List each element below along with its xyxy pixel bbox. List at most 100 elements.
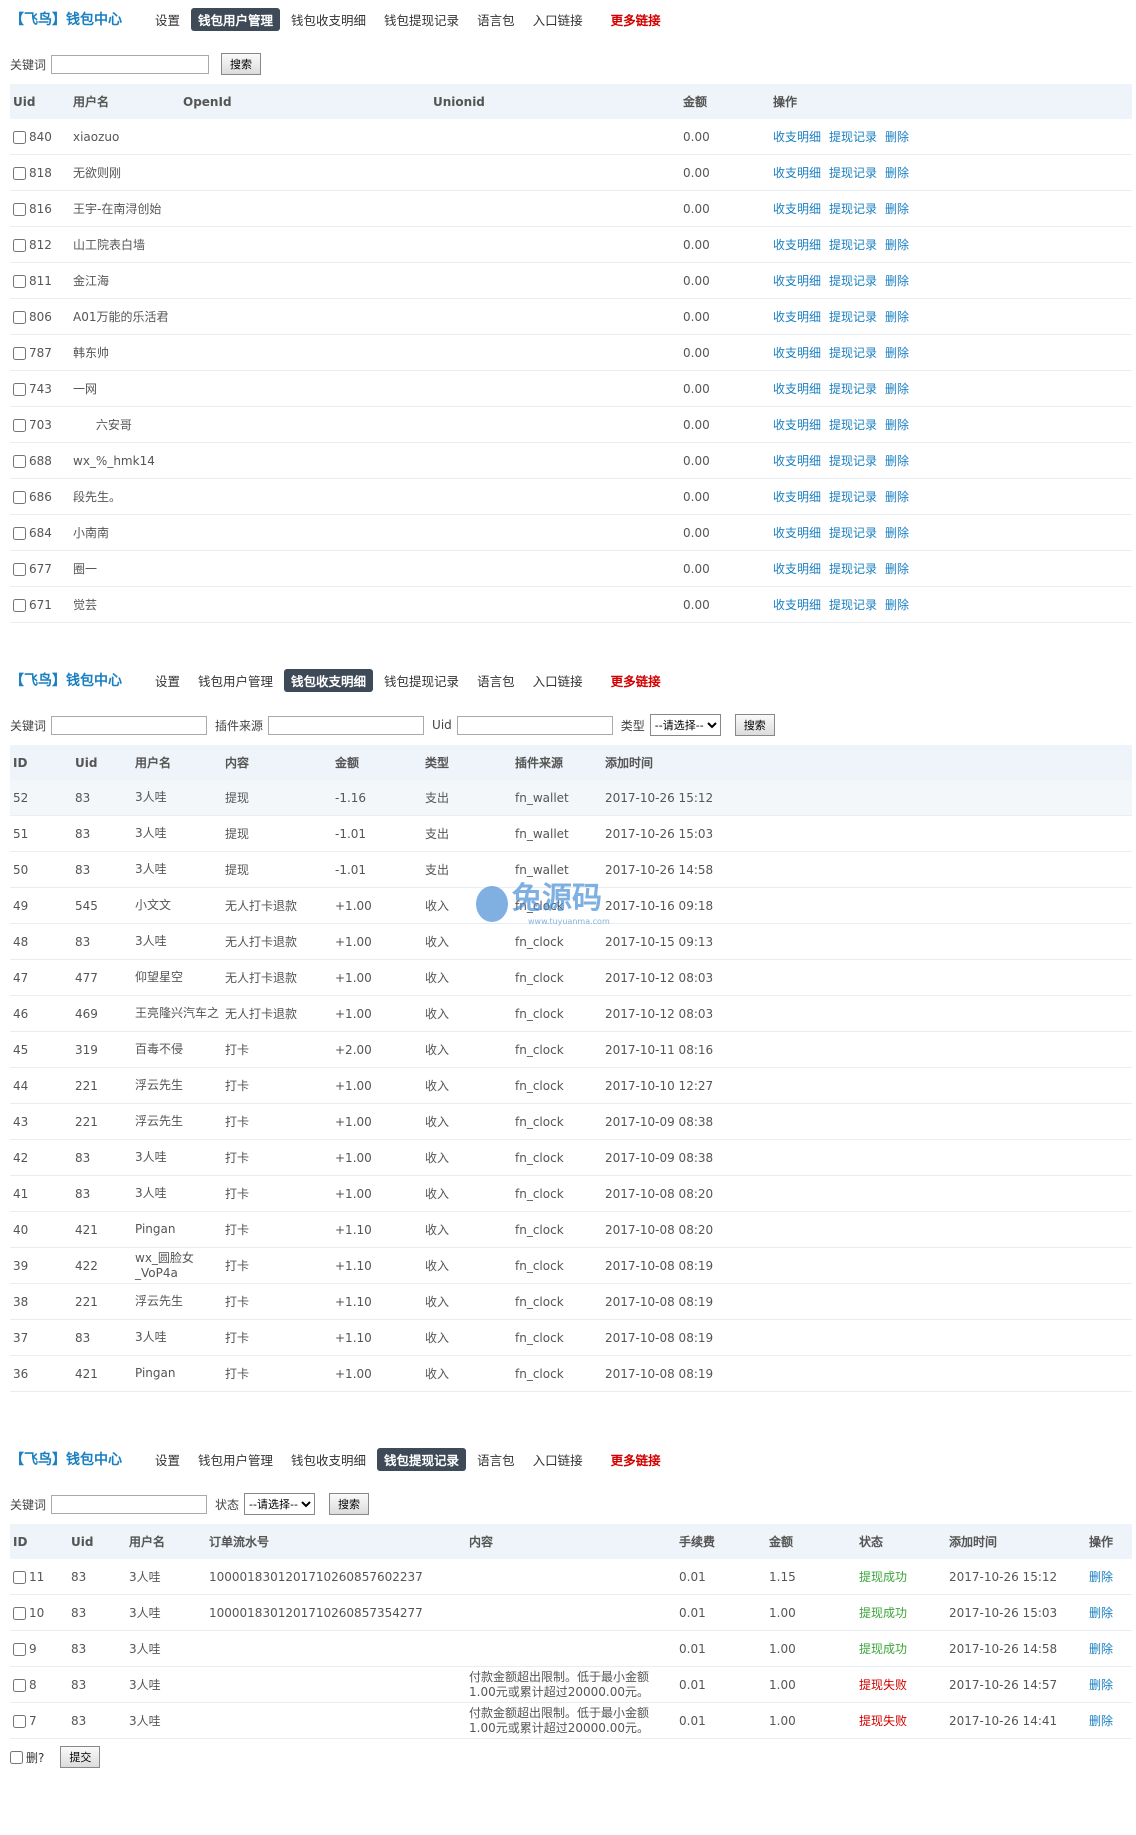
nav-item[interactable]: 入口链接 xyxy=(526,8,590,31)
transactions-link[interactable]: 收支明细 xyxy=(773,166,821,180)
nav-item[interactable]: 钱包用户管理 xyxy=(191,669,280,692)
transactions-link[interactable]: 收支明细 xyxy=(773,526,821,540)
nav-item[interactable]: 钱包提现记录 xyxy=(377,8,466,31)
select-all-checkbox[interactable] xyxy=(10,1750,23,1764)
nav-item[interactable]: 钱包用户管理 xyxy=(191,1448,280,1471)
nav-item[interactable]: 钱包收支明细 xyxy=(284,1448,373,1471)
transactions-link[interactable]: 收支明细 xyxy=(773,490,821,504)
delete-link[interactable]: 删除 xyxy=(885,166,909,180)
withdrawals-link[interactable]: 提现记录 xyxy=(829,418,877,432)
delete-link[interactable]: 删除 xyxy=(885,130,909,144)
delete-link[interactable]: 删除 xyxy=(885,382,909,396)
brand-title[interactable]: 【飞鸟】钱包中心 xyxy=(10,670,122,690)
brand-title[interactable]: 【飞鸟】钱包中心 xyxy=(10,9,122,29)
row-checkbox[interactable] xyxy=(13,1714,26,1728)
source-input[interactable] xyxy=(268,715,425,735)
delete-link[interactable]: 删除 xyxy=(885,310,909,324)
row-checkbox[interactable] xyxy=(13,202,26,216)
row-checkbox[interactable] xyxy=(13,1678,26,1692)
delete-link[interactable]: 删除 xyxy=(885,418,909,432)
delete-link[interactable]: 删除 xyxy=(885,526,909,540)
withdrawals-link[interactable]: 提现记录 xyxy=(829,526,877,540)
nav-item[interactable]: 语言包 xyxy=(470,1448,522,1471)
nav-item[interactable]: 钱包收支明细 xyxy=(284,8,373,31)
transactions-link[interactable]: 收支明细 xyxy=(773,274,821,288)
nav-more-links[interactable]: 更多链接 xyxy=(604,1448,668,1471)
transactions-link[interactable]: 收支明细 xyxy=(773,382,821,396)
nav-item[interactable]: 钱包收支明细 xyxy=(284,668,374,692)
withdrawals-link[interactable]: 提现记录 xyxy=(829,130,877,144)
row-checkbox[interactable] xyxy=(13,526,26,540)
transactions-link[interactable]: 收支明细 xyxy=(773,130,821,144)
delete-link[interactable]: 删除 xyxy=(1089,1714,1113,1728)
withdrawals-link[interactable]: 提现记录 xyxy=(829,382,877,396)
row-checkbox[interactable] xyxy=(13,130,26,144)
withdrawals-link[interactable]: 提现记录 xyxy=(829,238,877,252)
status-select[interactable]: --请选择-- xyxy=(244,1493,316,1515)
nav-item[interactable]: 钱包提现记录 xyxy=(377,669,466,692)
row-checkbox[interactable] xyxy=(13,598,26,612)
row-checkbox[interactable] xyxy=(13,274,26,288)
brand-title[interactable]: 【飞鸟】钱包中心 xyxy=(10,1449,122,1469)
delete-link[interactable]: 删除 xyxy=(885,454,909,468)
row-checkbox[interactable] xyxy=(13,238,26,252)
row-checkbox[interactable] xyxy=(13,382,26,396)
withdrawals-link[interactable]: 提现记录 xyxy=(829,346,877,360)
delete-link[interactable]: 删除 xyxy=(1089,1606,1113,1620)
type-select[interactable]: --请选择-- xyxy=(649,714,721,736)
transactions-link[interactable]: 收支明细 xyxy=(773,418,821,432)
keyword-input[interactable] xyxy=(51,1494,208,1514)
keyword-input[interactable] xyxy=(51,54,210,74)
withdrawals-link[interactable]: 提现记录 xyxy=(829,202,877,216)
withdrawals-link[interactable]: 提现记录 xyxy=(829,166,877,180)
keyword-input[interactable] xyxy=(51,715,208,735)
transactions-link[interactable]: 收支明细 xyxy=(773,346,821,360)
withdrawals-link[interactable]: 提现记录 xyxy=(829,598,877,612)
withdrawals-link[interactable]: 提现记录 xyxy=(829,454,877,468)
row-checkbox[interactable] xyxy=(13,346,26,360)
nav-item[interactable]: 钱包用户管理 xyxy=(191,7,281,31)
row-checkbox[interactable] xyxy=(13,418,26,432)
withdrawals-link[interactable]: 提现记录 xyxy=(829,490,877,504)
delete-link[interactable]: 删除 xyxy=(885,202,909,216)
withdrawals-link[interactable]: 提现记录 xyxy=(829,274,877,288)
search-button[interactable]: 搜索 xyxy=(734,714,775,736)
row-checkbox[interactable] xyxy=(13,490,26,504)
row-checkbox[interactable] xyxy=(13,562,26,576)
nav-item[interactable]: 设置 xyxy=(148,8,187,31)
transactions-link[interactable]: 收支明细 xyxy=(773,202,821,216)
delete-link[interactable]: 删除 xyxy=(885,274,909,288)
delete-link[interactable]: 删除 xyxy=(885,598,909,612)
withdrawals-link[interactable]: 提现记录 xyxy=(829,562,877,576)
row-checkbox[interactable] xyxy=(13,166,26,180)
nav-item[interactable]: 设置 xyxy=(148,1448,187,1471)
search-button[interactable]: 搜索 xyxy=(221,53,262,75)
delete-link[interactable]: 删除 xyxy=(1089,1642,1113,1656)
nav-item[interactable]: 入口链接 xyxy=(526,669,590,692)
transactions-link[interactable]: 收支明细 xyxy=(773,598,821,612)
withdrawals-link[interactable]: 提现记录 xyxy=(829,310,877,324)
transactions-link[interactable]: 收支明细 xyxy=(773,238,821,252)
row-checkbox[interactable] xyxy=(13,1642,26,1656)
row-checkbox[interactable] xyxy=(13,310,26,324)
delete-link[interactable]: 删除 xyxy=(1089,1678,1113,1692)
delete-link[interactable]: 删除 xyxy=(885,490,909,504)
nav-item[interactable]: 语言包 xyxy=(470,669,522,692)
nav-item[interactable]: 设置 xyxy=(148,669,187,692)
delete-link[interactable]: 删除 xyxy=(885,238,909,252)
nav-item[interactable]: 语言包 xyxy=(470,8,522,31)
search-button[interactable]: 搜索 xyxy=(329,1493,370,1515)
row-checkbox[interactable] xyxy=(13,1570,26,1584)
row-checkbox[interactable] xyxy=(13,1606,26,1620)
submit-button[interactable]: 提交 xyxy=(60,1746,101,1768)
row-checkbox[interactable] xyxy=(13,454,26,468)
nav-item[interactable]: 钱包提现记录 xyxy=(377,1447,467,1471)
delete-link[interactable]: 删除 xyxy=(1089,1570,1113,1584)
delete-link[interactable]: 删除 xyxy=(885,562,909,576)
transactions-link[interactable]: 收支明细 xyxy=(773,454,821,468)
uid-input[interactable] xyxy=(456,715,613,735)
transactions-link[interactable]: 收支明细 xyxy=(773,310,821,324)
nav-more-links[interactable]: 更多链接 xyxy=(604,669,668,692)
nav-more-links[interactable]: 更多链接 xyxy=(604,8,668,31)
delete-link[interactable]: 删除 xyxy=(885,346,909,360)
